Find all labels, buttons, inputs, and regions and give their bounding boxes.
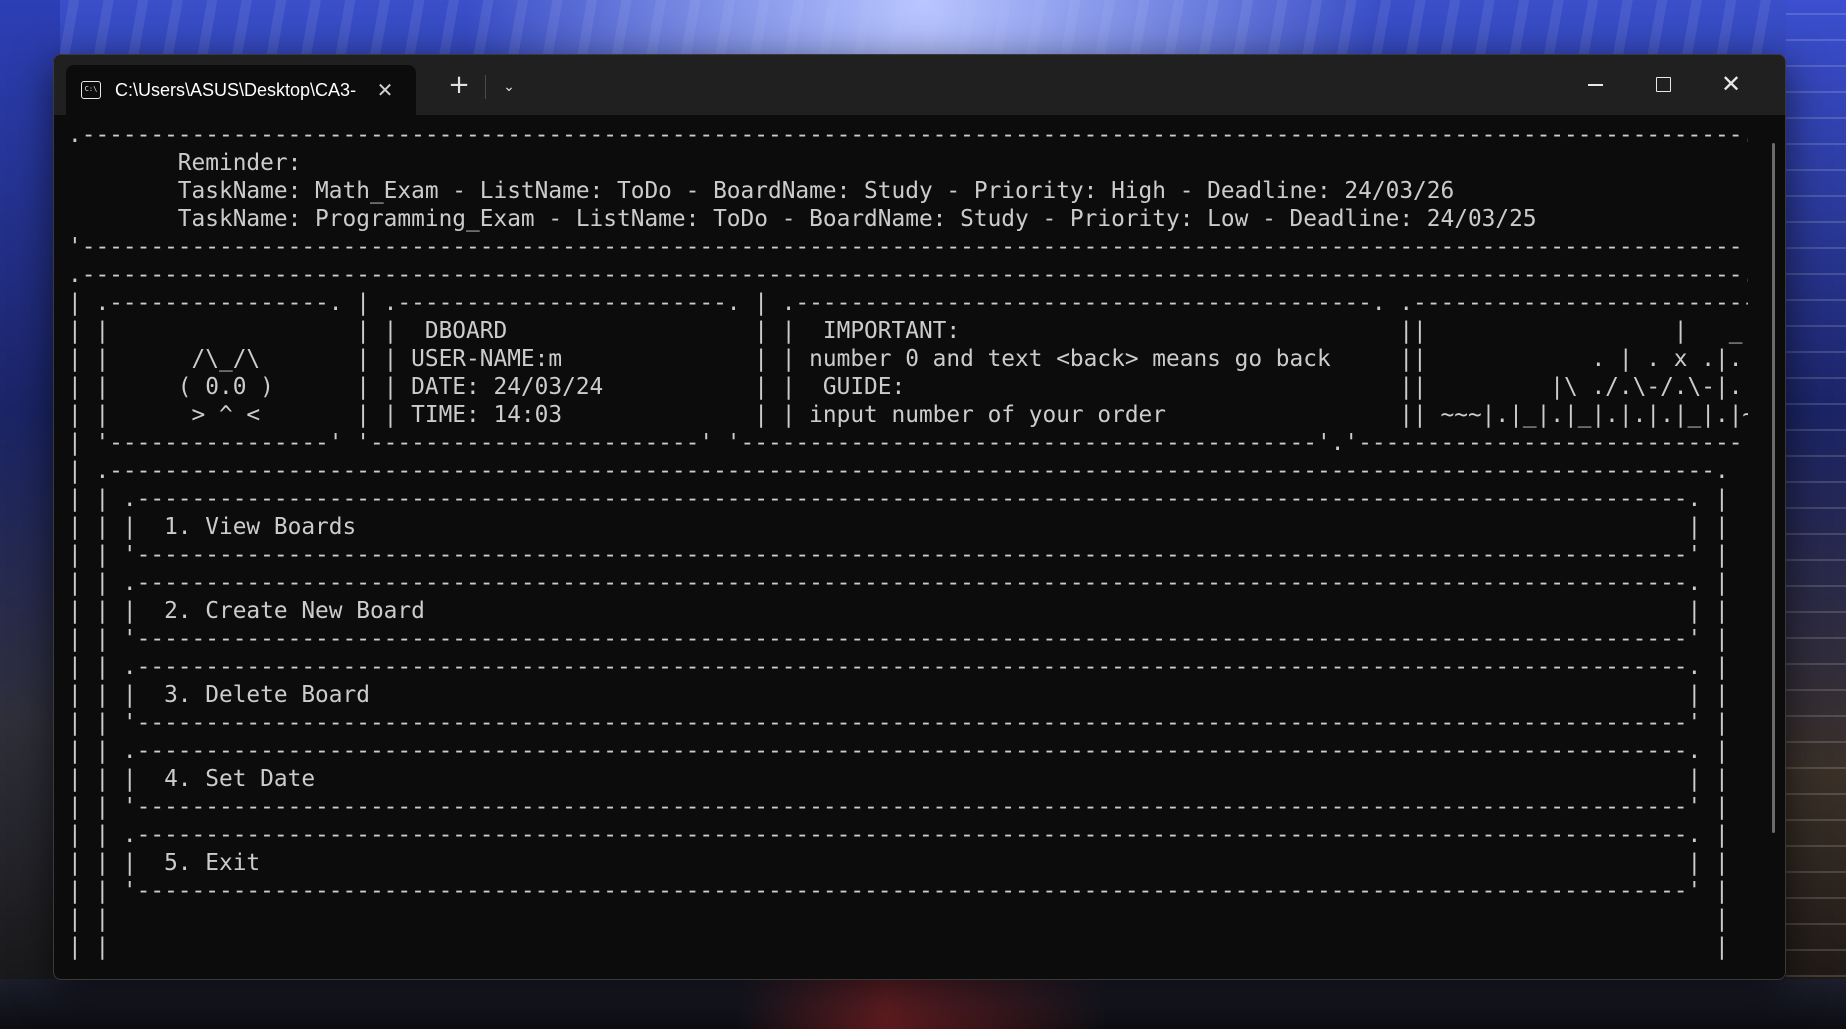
console-line-header-row: | | ( 0.0 ) | | DATE: 24/03/24 | | GUIDE… [68,374,1748,400]
console-line-reminder-border-bottom: '---------------------------------------… [68,234,1748,260]
console-line-menu-item-3: | | | 3. Delete Board | | | [68,682,1748,708]
console-line-menu-panel-blank: | | | | [68,934,1748,960]
console-line-menu-item-border-bottom: | | '-----------------------------------… [68,542,1748,568]
tab-separator [485,75,486,99]
console-line-menu-item-border-top: | | .-----------------------------------… [68,654,1748,680]
console-line-menu-item-2: | | | 2. Create New Board | | | [68,598,1748,624]
console-line-header-row: | | > ^ < | | TIME: 14:03 | | input numb… [68,402,1748,428]
console-line-reminder-heading: Reminder: [177,150,302,176]
close-tab-icon[interactable]: ✕ [374,79,396,101]
console-line-menu-item-border-bottom: | | '-----------------------------------… [68,626,1748,652]
title-bar[interactable]: C:\ C:\Users\ASUS\Desktop\CA3- ✕ + ⌄ ✕ [54,55,1785,115]
terminal-window: C:\ C:\Users\ASUS\Desktop\CA3- ✕ + ⌄ ✕ .… [53,54,1786,980]
desktop-wallpaper-bottom [0,979,1846,1029]
scrollbar[interactable] [1772,143,1775,833]
console-line-menu-item-border-top: | | .-----------------------------------… [68,570,1748,596]
console-line-menu-item-border-top: | | .-----------------------------------… [68,822,1748,848]
chevron-down-icon[interactable]: ⌄ [494,73,524,101]
console-line-menu-item-border-bottom: | | '-----------------------------------… [68,710,1748,736]
console-line-header-boxes-bottom: | '----------------' '------------------… [68,430,1748,456]
tab-title: C:\Users\ASUS\Desktop\CA3- [115,79,357,100]
console-line-menu-item-4: | | | 4. Set Date | | | [68,766,1748,792]
console-line-menu-item-1: | | | 1. View Boards | | | [68,514,1748,540]
desktop-wallpaper-right [1786,0,1846,1029]
new-tab-icon[interactable]: + [444,71,474,101]
maximize-icon [1656,77,1671,92]
console-line-header-row: | | | | DBOARD | | IMPORTANT: || | _ _ | [68,318,1743,344]
console-line-menu-panel-top: | .-------------------------------------… [68,458,1748,484]
close-window-button[interactable]: ✕ [1697,55,1765,115]
console-line-menu-panel-blank: | | | | [68,906,1748,932]
console-line-reminder-task: TaskName: Programming_Exam - ListName: T… [177,206,1537,232]
console-line-menu-item-border-top: | | .-----------------------------------… [68,486,1748,512]
console-line-menu-item-5: | | | 5. Exit | | | [68,850,1748,876]
console-line-menu-item-border-top: | | .-----------------------------------… [68,738,1748,764]
minimize-icon [1588,84,1603,86]
minimize-button[interactable] [1561,55,1629,115]
console-line-menu-item-border-bottom: | | '-----------------------------------… [68,878,1748,904]
console-line-header-boxes-top: | .----------------. | .----------------… [68,290,1748,316]
maximize-button[interactable] [1629,55,1697,115]
active-tab[interactable]: C:\ C:\Users\ASUS\Desktop\CA3- ✕ [66,65,416,115]
console-line-main-frame-top: .---------------------------------------… [68,262,1748,288]
desktop-wallpaper-left [0,0,60,1029]
console-line-reminder-border-top: .---------------------------------------… [68,122,1748,148]
console-line-header-row: | | /\_/\ | | USER-NAME:m | | number 0 a… [68,346,1748,372]
console-line-reminder-task: TaskName: Math_Exam - ListName: ToDo - B… [177,178,1455,204]
console-line-menu-item-border-bottom: | | '-----------------------------------… [68,794,1748,820]
terminal-icon: C:\ [81,81,101,99]
console-output[interactable]: .---------------------------------------… [68,121,1748,971]
